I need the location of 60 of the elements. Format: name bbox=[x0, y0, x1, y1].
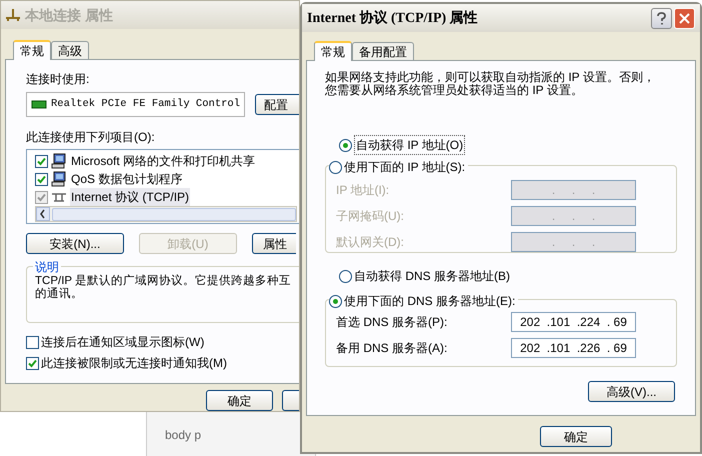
radio-button[interactable] bbox=[329, 294, 342, 308]
option-label: 此连接被限制或无连接时通知我(M) bbox=[41, 355, 227, 372]
radio-label: 使用下面的 DNS 服务器地址(E): bbox=[344, 293, 516, 310]
field-label: 备用 DNS 服务器(A): bbox=[336, 340, 448, 357]
code-text: body p bbox=[165, 428, 202, 442]
close-button[interactable] bbox=[674, 8, 695, 28]
component-label: Microsoft 网络的文件和打印机共享 bbox=[70, 153, 256, 170]
group-title: 说明 bbox=[33, 258, 61, 276]
radio-button[interactable] bbox=[339, 138, 352, 152]
window-title: Internet 协议 (TCP/IP) 属性 bbox=[307, 9, 478, 28]
window-title: 本地连接 属性 bbox=[25, 6, 113, 24]
checkbox[interactable] bbox=[26, 356, 39, 370]
checkbox[interactable] bbox=[35, 154, 48, 168]
network-icon bbox=[51, 191, 67, 203]
help-icon bbox=[657, 12, 666, 24]
radio-label: 自动获得 DNS 服务器地址(B) bbox=[354, 268, 510, 285]
component-item[interactable]: Internet 协议 (TCP/IP) bbox=[35, 188, 299, 206]
radio-label: 使用下面的 IP 地址(S): bbox=[344, 159, 466, 176]
ok-button[interactable]: 确定 bbox=[206, 390, 273, 411]
connect-using-label: 连接时使用: bbox=[26, 71, 90, 88]
action-button[interactable]: 属性 bbox=[252, 233, 296, 254]
tab[interactable]: 常规 bbox=[13, 40, 51, 60]
adapter-name: Realtek PCIe FE Family Control bbox=[51, 96, 240, 112]
help-button[interactable] bbox=[651, 8, 672, 28]
tab[interactable]: 高级 bbox=[51, 41, 89, 59]
description-text: TCP/IP 是默认的广域网协议。它提供跨越多种互 的通讯。 bbox=[35, 275, 292, 301]
field-label: 子网掩码(U): bbox=[336, 208, 405, 225]
field-label: IP 地址(I): bbox=[336, 182, 390, 199]
action-button[interactable]: 安装(N)... bbox=[26, 233, 124, 254]
component-label: QoS 数据包计划程序 bbox=[70, 171, 184, 188]
component-label: Internet 协议 (TCP/IP) bbox=[70, 188, 190, 206]
field-label: 首选 DNS 服务器(P): bbox=[336, 314, 448, 331]
checkbox[interactable] bbox=[26, 336, 39, 348]
components-label: 此连接使用下列项目(O): bbox=[26, 129, 156, 146]
tab[interactable]: 常规 bbox=[314, 41, 352, 61]
checkbox[interactable] bbox=[35, 172, 48, 186]
close-icon bbox=[679, 12, 690, 24]
component-item[interactable]: Microsoft 网络的文件和打印机共享 bbox=[35, 152, 299, 170]
dialog-button[interactable] bbox=[282, 390, 299, 411]
checkbox[interactable] bbox=[35, 190, 48, 204]
scroll-thumb[interactable] bbox=[52, 208, 296, 220]
computer-icon bbox=[51, 171, 67, 187]
scroll-left-icon[interactable] bbox=[36, 207, 50, 221]
network-icon bbox=[5, 8, 21, 22]
configure-button[interactable]: 配置 bbox=[255, 94, 299, 115]
field-label: 默认网关(D): bbox=[336, 234, 405, 251]
ip-address-field[interactable]: 202 .101 .226 . 69 bbox=[511, 338, 636, 358]
radio-button[interactable] bbox=[339, 270, 352, 282]
ok-button[interactable]: 确定 bbox=[540, 426, 612, 447]
option-label: 连接后在通知区域显示图标(W) bbox=[41, 334, 204, 351]
network-card-icon bbox=[31, 100, 47, 110]
radio-button[interactable] bbox=[329, 160, 342, 174]
ip-address-field[interactable]: 202 .101 .224 . 69 bbox=[511, 312, 636, 332]
advanced-button[interactable]: 高级(V)... bbox=[588, 381, 675, 402]
intro-text: 如果网络支持此功能，则可以获取自动指派的 IP 设置。否则， 您需要从网络系统管理员处获得适当的 IP 设置。 bbox=[325, 71, 656, 97]
tab[interactable]: 备用配置 bbox=[352, 42, 414, 60]
horizontal-scrollbar[interactable] bbox=[35, 206, 297, 222]
radio-label: 自动获得 IP 地址(O) bbox=[354, 135, 466, 155]
component-item[interactable]: QoS 数据包计划程序 bbox=[35, 170, 299, 188]
computer-icon bbox=[51, 153, 67, 169]
